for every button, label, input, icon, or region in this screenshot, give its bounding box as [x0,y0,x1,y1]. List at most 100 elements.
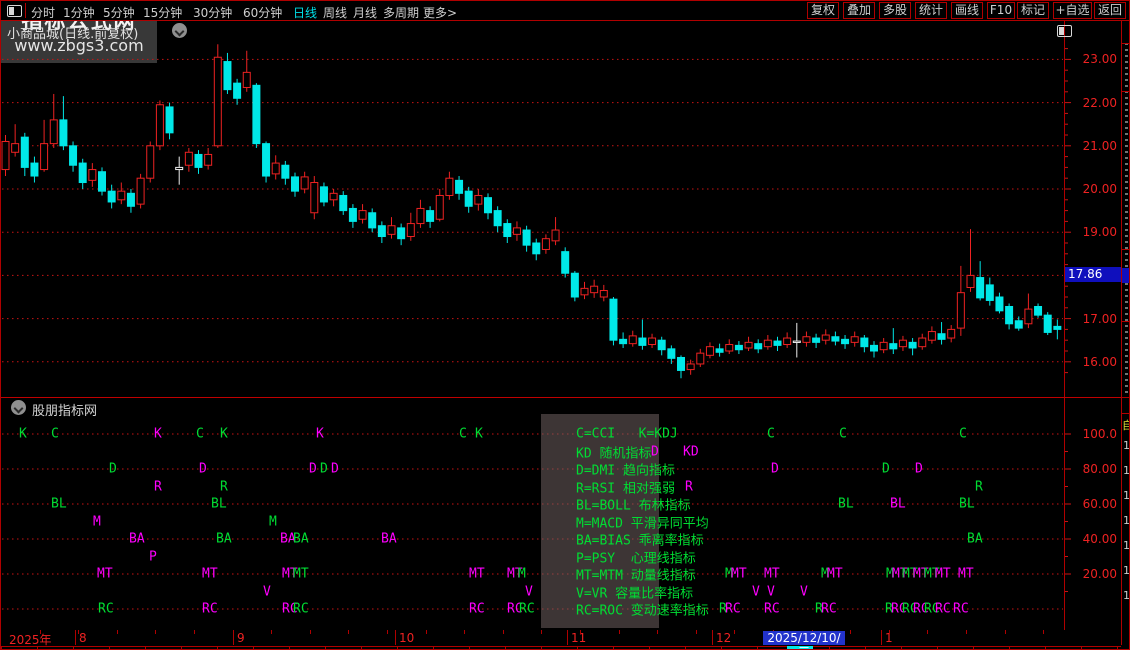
sub-panel-title[interactable]: 股朋指标网 [32,400,97,419]
signal-letter: RC [725,601,741,617]
price-label: 20.00 [1082,182,1117,196]
signal-letter: V [800,584,808,599]
signal-letter: P [149,549,157,564]
signal-letter: RC [202,601,218,617]
sub-axis-label: 20.00 [1082,567,1117,581]
sub-axis-label: 100.0 [1082,427,1117,441]
signal-letter: D [309,461,317,477]
toolbar-button-2[interactable]: 多股 [879,2,911,19]
time-axis[interactable]: 2025年 8 9 10 11 12 1 [1,630,1121,647]
signal-letter: R [975,479,983,494]
signal-letter: R [685,479,693,494]
toolbar-button-0[interactable]: 复权 [807,2,839,19]
signal-letter: K [154,426,162,442]
time-label: 8 [79,631,87,645]
signal-letter: KD [683,444,699,459]
signal-letter: RC [935,601,951,617]
signal-letter: D [109,461,117,477]
signal-letter: D [320,461,328,477]
signal-letter: MT [469,566,485,582]
toolbar-button-5[interactable]: F10 [987,2,1015,19]
signal-letter: RC [98,601,114,617]
signal-letter: BA [967,531,983,547]
signal-letter: BA [293,531,309,547]
chevron-down-icon[interactable] [11,400,26,415]
menu-item-9[interactable]: 多周期 [383,4,419,21]
menu-item-7[interactable]: 周线 [323,4,347,21]
menu-item-2[interactable]: 5分钟 [103,4,135,21]
strip-texture [1125,43,1128,393]
legend-line: KD 随机指标 [576,446,652,461]
signal-letter: MT [731,566,747,582]
menu-item-6[interactable]: 日线 [293,4,317,21]
signal-letter: C [51,426,59,442]
menu-item-0[interactable]: 分时 [31,4,55,21]
month-separator [75,630,76,645]
chevron-down-icon[interactable] [172,23,187,38]
signal-letter: MT [97,566,113,582]
top-menu-bar: 分时 1分钟 5分钟 15分钟 30分钟 60分钟 日线 周线 月线 多周期 更多> 复权 叠加 多股统… [1,1,1129,21]
panel-window-icon[interactable] [1057,25,1072,37]
toolbar-button-4[interactable]: 画线 [951,2,983,19]
signal-letter: MT [827,566,843,582]
menu-item-3[interactable]: 15分钟 [143,4,182,21]
strip-label: 自 [1122,417,1129,433]
time-label: 10 [399,631,415,645]
legend-line: M=MACD 平滑异同平均 [576,516,709,531]
menu-divider [25,3,26,18]
toolbar-button-6[interactable]: 标记 [1017,2,1049,19]
menu-item-10[interactable]: 更多> [423,4,457,21]
price-label: 16.00 [1082,354,1117,369]
signal-letter: RC [293,601,309,617]
signal-letter: D [651,444,659,459]
signal-letter: BL [959,496,975,512]
toolbar-button-7[interactable]: +自选 [1053,2,1092,19]
signal-letter: C [767,426,775,442]
signal-letter: K [316,426,324,442]
menu-item-5[interactable]: 60分钟 [243,4,282,21]
legend-line: C=CCI K=KDJ [576,426,678,442]
signal-letter: BL [51,496,67,512]
signal-letter: K [19,426,27,442]
signal-letter: V [525,584,533,599]
signal-letter: R [154,479,162,494]
sub-axis-label: 40.00 [1082,532,1117,546]
month-separator [395,630,396,645]
signal-letter: RC [469,601,485,617]
signal-letter: M [518,566,526,582]
signal-letter: V [263,584,271,599]
signal-letter: MT [293,566,309,582]
signal-letter: D [771,461,779,477]
signal-letter: BL [211,496,227,512]
signal-letter: BA [129,531,145,547]
signal-letter: C [839,426,847,442]
toolbar-button-3[interactable]: 统计 [915,2,947,19]
signal-letter: BL [890,496,906,512]
signal-letter: BA [216,531,232,547]
toolbar-button-8[interactable]: 返回 [1094,2,1126,19]
signal-letter: D [331,461,339,477]
panel-divider[interactable] [1,397,1121,398]
window-icon[interactable] [7,5,22,17]
legend-line: P=PSY 心理线指标 [576,551,696,566]
signal-letter: MT [958,566,974,582]
right-side-strip[interactable]: 自 1111111 [1122,1,1129,649]
legend-line: V=VR 容量比率指标 [576,586,694,601]
menu-item-4[interactable]: 30分钟 [193,4,232,21]
signal-letter: BL [838,496,854,512]
signal-letter: V [752,584,760,599]
trading-app-window: 分时 1分钟 5分钟 15分钟 30分钟 60分钟 日线 周线 月线 多周期 更多> 复权 叠加 多股统… [0,0,1130,650]
price-label: 19.00 [1082,225,1117,240]
menu-item-8[interactable]: 月线 [353,4,377,21]
plot-right-border [1064,21,1065,645]
month-separator [712,630,713,645]
menu-item-1[interactable]: 1分钟 [63,4,95,21]
price-label: 23.00 [1082,52,1117,67]
time-label: 12 [716,631,732,645]
toolbar-button-1[interactable]: 叠加 [843,2,875,19]
current-price-tag: 17.86 [1065,267,1121,283]
signal-letter: RC [519,601,535,617]
signal-letter: M [269,514,277,529]
signal-letter: D [915,461,923,477]
signal-letter: BA [381,531,397,547]
